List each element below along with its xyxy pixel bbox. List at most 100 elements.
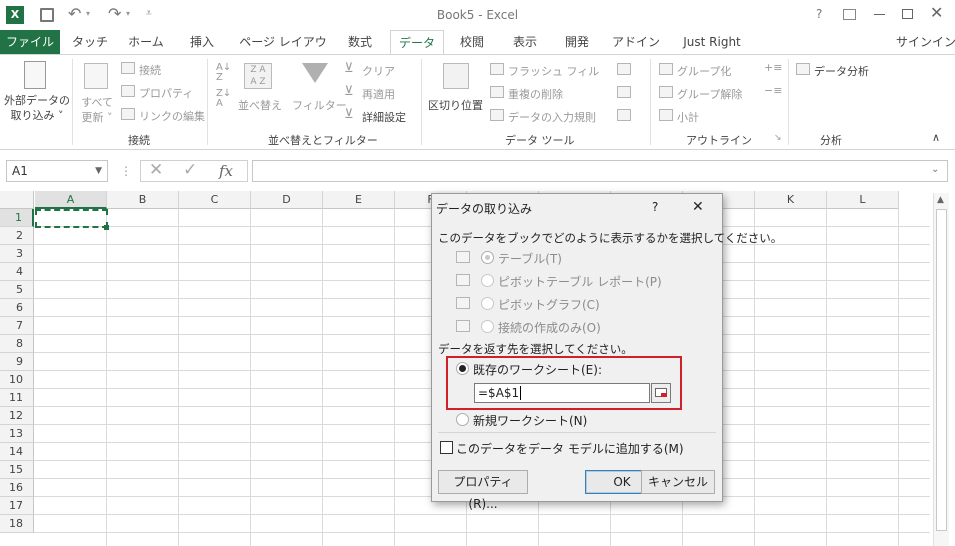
ribbon-display-icon[interactable] <box>843 9 856 20</box>
sort-az-icon[interactable]: A↓ Z <box>216 63 231 83</box>
row-header-1[interactable]: 1 <box>0 209 34 227</box>
ungroup-button[interactable]: グループ解除 <box>677 86 742 102</box>
cancel-entry-icon[interactable]: ✕ <box>149 160 163 180</box>
scroll-thumb[interactable] <box>936 209 947 531</box>
radio-table[interactable] <box>481 251 494 264</box>
properties-button[interactable]: プロパティ(R)... <box>438 470 528 511</box>
column-header-a[interactable]: A <box>35 191 107 209</box>
add-to-model-checkbox[interactable] <box>440 441 453 454</box>
radio-existing-sheet[interactable] <box>456 362 469 375</box>
tab-insert[interactable]: 挿入 <box>182 30 222 54</box>
dialog-help-button[interactable]: ? <box>652 200 658 214</box>
row-header-17[interactable]: 17 <box>0 497 34 515</box>
tab-data[interactable]: データ <box>390 30 444 55</box>
selected-cell-a1[interactable] <box>35 209 108 228</box>
row-header-14[interactable]: 14 <box>0 443 34 461</box>
subtotal-button[interactable]: 小計 <box>677 109 699 125</box>
tab-home[interactable]: ホーム <box>124 30 168 54</box>
reapply-button[interactable]: 再適用 <box>362 86 395 102</box>
text-to-columns-button[interactable]: 区切り位置 <box>428 97 483 113</box>
tab-developer[interactable]: 開発 <box>557 30 597 54</box>
text-to-columns-icon <box>443 63 469 89</box>
sort-za-icon[interactable]: Z↓ A <box>216 89 231 109</box>
data-analysis-button[interactable]: データ分析 <box>814 63 869 79</box>
tab-review[interactable]: 校閲 <box>452 30 492 54</box>
dialog-close-button[interactable]: ✕ <box>692 199 704 215</box>
tab-page-layout[interactable]: ページ レイアウト <box>236 30 330 73</box>
confirm-entry-icon[interactable]: ✓ <box>183 160 197 180</box>
range-picker-icon[interactable] <box>651 383 671 403</box>
column-header-e[interactable]: E <box>323 191 395 209</box>
clear-button[interactable]: クリア <box>362 63 395 79</box>
help-icon[interactable]: ? <box>816 7 822 21</box>
scroll-up-icon[interactable]: ▲ <box>937 195 944 205</box>
tab-view[interactable]: 表示 <box>505 30 545 54</box>
row-header-2[interactable]: 2 <box>0 227 34 245</box>
close-icon[interactable]: ✕ <box>930 3 943 22</box>
edit-links-button[interactable]: リンクの編集 <box>139 108 205 124</box>
column-header-k[interactable]: K <box>755 191 827 209</box>
destination-range-input[interactable]: =$A$1 <box>474 383 650 403</box>
formula-bar-grip-icon[interactable]: ⋮ <box>120 164 132 178</box>
what-if-icon[interactable] <box>617 86 631 98</box>
connections-button[interactable]: 接続 <box>139 62 161 78</box>
formula-input[interactable] <box>252 160 948 182</box>
column-header-c[interactable]: C <box>179 191 251 209</box>
radio-connection-only[interactable] <box>481 320 494 333</box>
show-detail-icon[interactable]: +≡ <box>764 61 782 74</box>
collapse-ribbon-icon[interactable]: ∧ <box>932 131 940 144</box>
row-header-5[interactable]: 5 <box>0 281 34 299</box>
sort-button[interactable]: 並べ替え <box>238 97 282 113</box>
tab-addins[interactable]: アドイン <box>611 30 661 54</box>
row-header-11[interactable]: 11 <box>0 389 34 407</box>
tab-touch[interactable]: タッチ <box>70 30 110 54</box>
insert-function-icon[interactable]: fx <box>219 162 233 180</box>
consolidate-icon[interactable] <box>617 63 631 75</box>
row-header-16[interactable]: 16 <box>0 479 34 497</box>
minimize-icon[interactable] <box>874 14 885 15</box>
expand-formula-bar-icon[interactable]: ⌄ <box>931 164 939 175</box>
cancel-button[interactable]: キャンセル <box>641 470 715 494</box>
radio-pivot-chart[interactable] <box>481 297 494 310</box>
row-header-7[interactable]: 7 <box>0 317 34 335</box>
row-header-18[interactable]: 18 <box>0 515 34 533</box>
row-header-13[interactable]: 13 <box>0 425 34 443</box>
remove-duplicates-button[interactable]: 重複の削除 <box>508 86 563 102</box>
row-header-3[interactable]: 3 <box>0 245 34 263</box>
filter-button[interactable]: フィルター <box>292 97 347 113</box>
get-external-data-button[interactable]: 外部データの 取り込み ˅ <box>4 93 70 123</box>
fill-handle[interactable] <box>104 225 109 230</box>
row-header-4[interactable]: 4 <box>0 263 34 281</box>
maximize-icon[interactable] <box>902 9 913 19</box>
outline-launcher-icon[interactable]: ↘ <box>774 133 782 143</box>
name-box-dropdown-icon[interactable]: ▼ <box>95 161 102 181</box>
row-header-6[interactable]: 6 <box>0 299 34 317</box>
row-header-10[interactable]: 10 <box>0 371 34 389</box>
group-button[interactable]: グループ化 <box>677 63 731 79</box>
row-header-15[interactable]: 15 <box>0 461 34 479</box>
refresh-all-button[interactable]: すべて 更新 ˅ <box>78 95 116 125</box>
flash-fill-button[interactable]: フラッシュ フィル <box>508 63 599 79</box>
row-header-8[interactable]: 8 <box>0 335 34 353</box>
name-box[interactable]: A1 ▼ <box>6 160 108 182</box>
select-all-corner[interactable] <box>0 191 34 209</box>
relationships-icon[interactable] <box>617 109 631 121</box>
radio-new-sheet[interactable] <box>456 413 469 426</box>
tab-formulas[interactable]: 数式 <box>340 30 380 54</box>
dialog-title: データの取り込み <box>436 202 533 216</box>
vertical-scrollbar[interactable]: ▲ <box>933 193 949 546</box>
sign-in-link[interactable]: サインイン <box>896 30 955 54</box>
hide-detail-icon[interactable]: −≡ <box>764 84 782 97</box>
tab-just-right[interactable]: Just Right <box>676 30 748 54</box>
row-header-9[interactable]: 9 <box>0 353 34 371</box>
row-header-12[interactable]: 12 <box>0 407 34 425</box>
advanced-button[interactable]: 詳細設定 <box>362 109 406 125</box>
radio-pivot-table[interactable] <box>481 274 494 287</box>
tab-file[interactable]: ファイル <box>0 30 60 54</box>
get-external-label-1: 外部データの <box>4 94 70 107</box>
column-header-b[interactable]: B <box>107 191 179 209</box>
column-header-d[interactable]: D <box>251 191 323 209</box>
properties-ribbon-button[interactable]: プロパティ <box>139 85 193 101</box>
column-header-l[interactable]: L <box>827 191 899 209</box>
data-validation-button[interactable]: データの入力規則 <box>508 109 596 125</box>
